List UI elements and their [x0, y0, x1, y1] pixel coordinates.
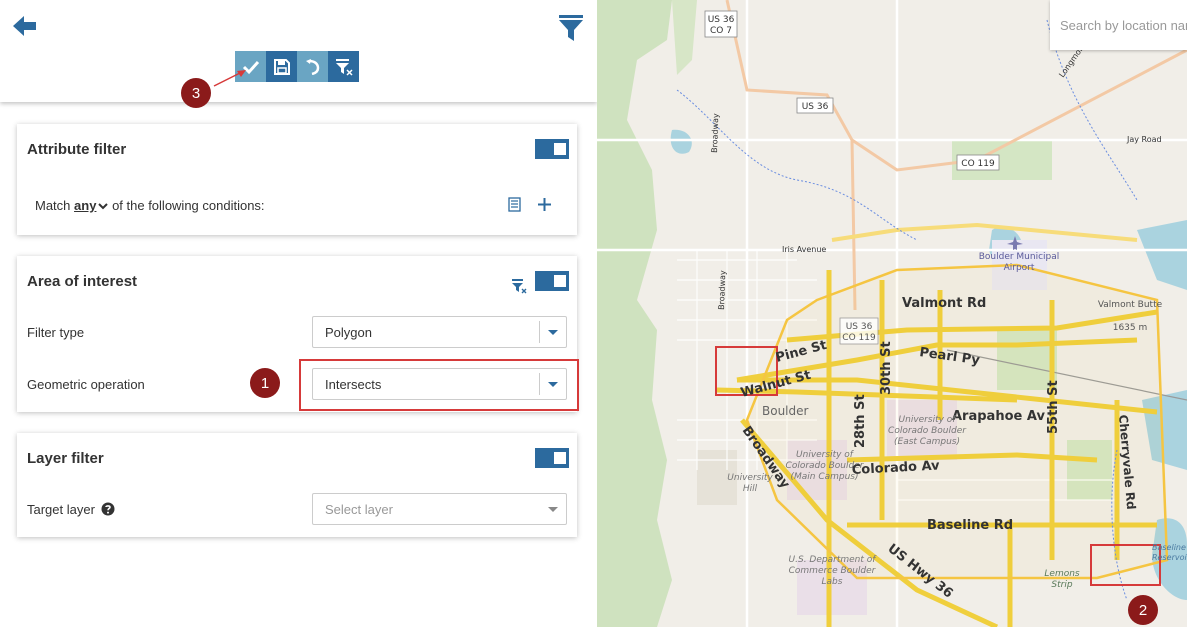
area-of-interest-toggle[interactable] [535, 271, 569, 291]
map-label-baseline-reservoir-wrap: Baseline Reservoir [1152, 543, 1187, 562]
map-search-input[interactable] [1058, 17, 1187, 34]
map-label-valmont-butte: Valmont Butte [1098, 300, 1163, 310]
filter-type-value: Polygon [325, 325, 372, 340]
map-label-30th-st: 30th St [879, 341, 894, 395]
attribute-filter-title: Attribute filter [27, 141, 127, 158]
map-label-commerce-labs-wrap: U.S. Department of Commerce Boulder Labs [788, 555, 876, 587]
reset-button[interactable] [297, 51, 328, 82]
map-label-broadway-mid: Broadway [717, 270, 727, 310]
help-icon[interactable] [101, 502, 115, 516]
undo-icon [305, 58, 319, 75]
map-label-broadway-north: Broadway [710, 113, 720, 153]
us36-co7-shield: US 36 CO 7 [704, 10, 738, 38]
attribute-filter-toggle[interactable] [535, 139, 569, 159]
group-conditions-icon[interactable] [508, 197, 521, 212]
layer-filter-panel: Layer filter Target layer Select layer [17, 433, 577, 537]
match-prefix: Match [35, 198, 71, 213]
chevron-down-icon [98, 203, 109, 210]
back-button[interactable] [10, 13, 38, 41]
layer-filter-title: Layer filter [27, 450, 104, 467]
callout-marker-2: 2 [1128, 595, 1158, 625]
chevron-down-icon [548, 330, 558, 335]
map-label-us36-shield: US 36 [802, 102, 829, 112]
map-label-commerce-labs: U.S. Department of Commerce Boulder Labs [788, 555, 876, 587]
map-canvas[interactable]: US 36 CO 7 US 36 CO 119 US 36 CO 119 Jay… [597, 0, 1187, 627]
map-label-us36-co119-b: CO 119 [842, 333, 876, 343]
map-label-boulder-municipal: Boulder Municipal [979, 252, 1060, 262]
map-label-university-hill-wrap: University Hill [727, 473, 773, 494]
map-label-co119: CO 119 [961, 159, 995, 169]
co119-shield: CO 119 [956, 154, 1000, 171]
filter-panel: 3 Attribute filter Match any of the foll… [0, 0, 597, 627]
map-label-airport: Airport [1004, 263, 1035, 273]
callout-arrow-3 [213, 70, 246, 87]
arrow-left-icon [13, 16, 36, 36]
match-mode-value: any [74, 198, 97, 213]
map-label-baseline-rd: Baseline Rd [927, 518, 1013, 533]
match-mode-dropdown[interactable]: any [74, 198, 109, 213]
clear-filter-button[interactable] [328, 51, 359, 82]
callout-marker-1: 1 [250, 368, 280, 398]
map-label-valmont-elev: 1635 m [1113, 323, 1148, 333]
funnel-icon [559, 15, 583, 41]
map-label-lemons-strip-wrap: Lemons Strip [1044, 569, 1080, 590]
geometric-operation-label: Geometric operation [27, 377, 145, 392]
map-label-55th-st: 55th St [1046, 380, 1061, 434]
map-label-jay-road: Jay Road [1126, 135, 1162, 144]
panel-header: 3 [0, 0, 597, 108]
area-of-interest-title: Area of interest [27, 273, 138, 290]
match-condition-row: Match any of the following conditions: [35, 198, 265, 213]
map-label-us36-co119-a: US 36 [846, 322, 873, 332]
callout-marker-3: 3 [181, 78, 211, 108]
target-layer-select[interactable]: Select layer [312, 493, 567, 525]
map-label-boulder: Boulder [762, 404, 809, 418]
filter-type-label: Filter type [27, 325, 85, 340]
filter-toggle-button[interactable] [558, 13, 584, 43]
add-condition-icon[interactable] [537, 197, 552, 212]
map-label-cu-east: University of Colorado Boulder (East Cam… [888, 415, 966, 447]
map-label-baseline-reservoir: Baseline Reservoir [1152, 543, 1187, 562]
floppy-disk-icon [273, 58, 290, 75]
filter-toolbar [235, 51, 359, 82]
map-search-box[interactable] [1050, 0, 1187, 50]
target-layer-label: Target layer [27, 502, 95, 517]
chevron-down-icon [548, 507, 558, 512]
layer-filter-toggle[interactable] [535, 448, 569, 468]
map-label-lemons-strip: Lemons Strip [1044, 569, 1080, 590]
us36-shield: US 36 [796, 97, 834, 114]
funnel-clear-icon[interactable] [511, 278, 527, 294]
save-button[interactable] [266, 51, 297, 82]
map-view[interactable]: US 36 CO 7 US 36 CO 119 US 36 CO 119 Jay… [597, 0, 1187, 627]
target-layer-placeholder: Select layer [325, 502, 393, 517]
attribute-filter-panel: Attribute filter Match any of the follow… [17, 124, 577, 235]
map-label-28th-st: 28th St [853, 394, 868, 448]
us36-co119-shield: US 36 CO 119 [839, 317, 879, 345]
filter-type-select[interactable]: Polygon [312, 316, 567, 348]
highlight-box-geometric-operation [299, 359, 579, 411]
map-label-valmont-rd: Valmont Rd [902, 296, 986, 311]
map-label-iris-avenue: Iris Avenue [782, 245, 826, 254]
target-layer-label-row: Target layer [27, 502, 115, 517]
map-label-university-hill: University Hill [727, 473, 773, 494]
map-label-us36-top: US 36 [708, 15, 735, 25]
map-label-co7: CO 7 [710, 26, 732, 36]
funnel-clear-icon [335, 58, 353, 76]
match-suffix: of the following conditions: [112, 198, 265, 213]
